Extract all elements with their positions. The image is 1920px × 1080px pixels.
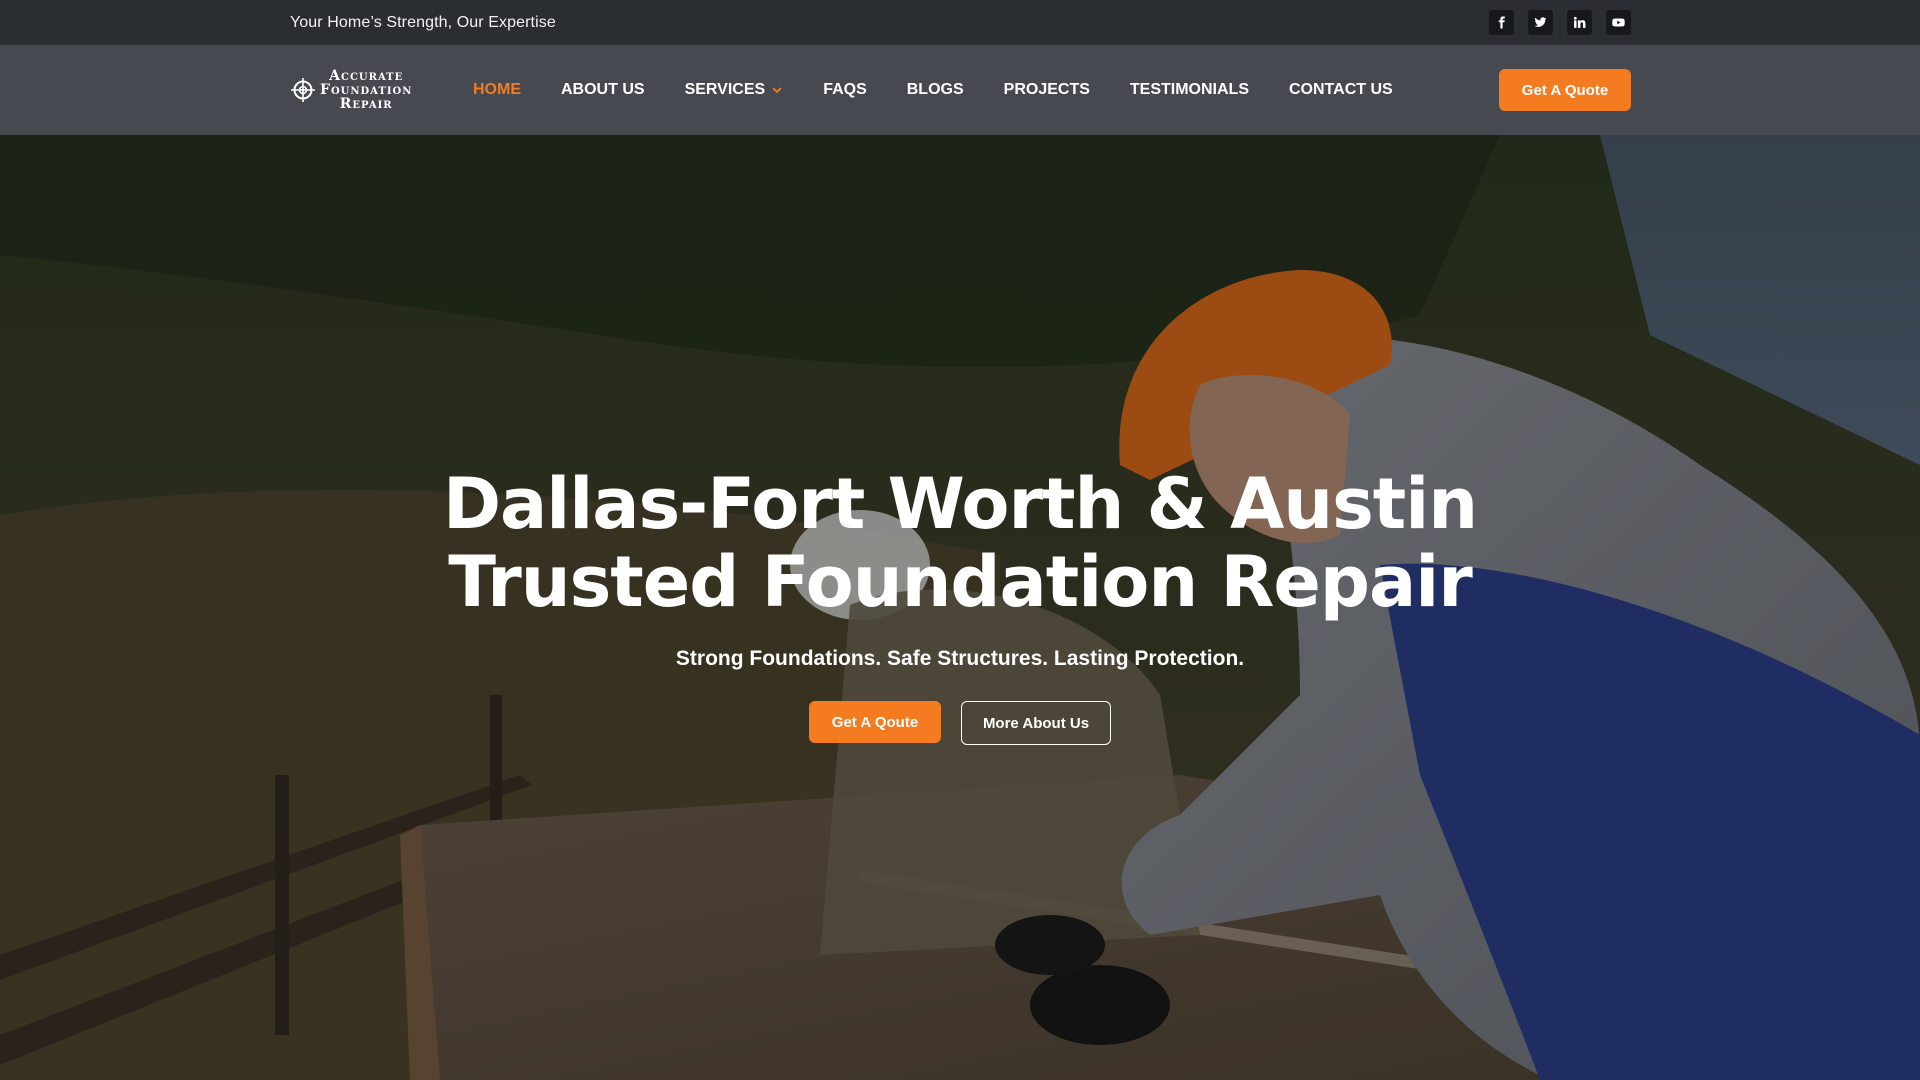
top-bar: Your Home’s Strength, Our Expertise (0, 0, 1920, 45)
nav-item-label: HOME (473, 81, 521, 98)
nav-item-services[interactable]: SERVICES (685, 81, 784, 99)
nav-item-contact-us[interactable]: CONTACT US (1289, 81, 1393, 99)
hero-get-a-quote-button[interactable]: Get A Qoute (809, 701, 941, 743)
nav-item-label: TESTIMONIALS (1129, 81, 1249, 98)
hero-content: Dallas-Fort Worth & Austin Trusted Found… (0, 465, 1920, 745)
primary-menu: HOME ABOUT US SERVICES FAQS BLOGS PROJEC… (473, 81, 1433, 99)
logo-text: Accurate Foundation Repair (320, 69, 412, 111)
more-about-us-button[interactable]: More About Us (961, 701, 1111, 745)
hero-section: Dallas-Fort Worth & Austin Trusted Found… (0, 135, 1920, 1080)
chevron-down-icon (772, 87, 782, 94)
hero-buttons: Get A Qoute More About Us (0, 701, 1920, 745)
top-bar-inner: Your Home’s Strength, Our Expertise (290, 10, 1631, 35)
linkedin-icon[interactable] (1567, 10, 1592, 35)
hero-title: Dallas-Fort Worth & Austin Trusted Found… (0, 465, 1920, 621)
get-a-quote-button[interactable]: Get A Quote (1499, 69, 1631, 111)
navbar-inner: Accurate Foundation Repair HOME ABOUT US… (290, 69, 1631, 111)
facebook-icon[interactable] (1489, 10, 1514, 35)
social-links (1489, 10, 1631, 35)
nav-item-label: ABOUT US (561, 81, 645, 98)
nav-item-home[interactable]: HOME (473, 81, 521, 99)
nav-item-label: SERVICES (684, 81, 766, 98)
nav-item-label: BLOGS (906, 81, 964, 98)
logo-line-1: Accurate (329, 68, 404, 84)
logo-line-3: Repair (339, 96, 393, 112)
main-navbar: Accurate Foundation Repair HOME ABOUT US… (0, 45, 1920, 135)
crosshair-logo-icon (291, 78, 315, 102)
nav-item-faqs[interactable]: FAQS (823, 81, 867, 99)
twitter-icon[interactable] (1528, 10, 1553, 35)
nav-item-label: FAQS (823, 81, 867, 98)
hero-subtitle: Strong Foundations. Safe Structures. Las… (675, 647, 1245, 670)
youtube-icon[interactable] (1606, 10, 1631, 35)
nav-item-projects[interactable]: PROJECTS (1004, 81, 1090, 99)
site-logo[interactable]: Accurate Foundation Repair (290, 69, 435, 111)
nav-item-label: PROJECTS (1003, 81, 1090, 98)
hero-title-line-1: Dallas-Fort Worth & Austin (442, 463, 1478, 545)
nav-item-label: CONTACT US (1289, 81, 1393, 98)
tagline: Your Home’s Strength, Our Expertise (290, 13, 556, 31)
nav-item-about-us[interactable]: ABOUT US (561, 81, 645, 99)
nav-item-blogs[interactable]: BLOGS (907, 81, 964, 99)
nav-item-testimonials[interactable]: TESTIMONIALS (1130, 81, 1249, 99)
hero-title-line-2: Trusted Foundation Repair (448, 541, 1473, 623)
logo-line-2: Foundation (320, 82, 413, 98)
